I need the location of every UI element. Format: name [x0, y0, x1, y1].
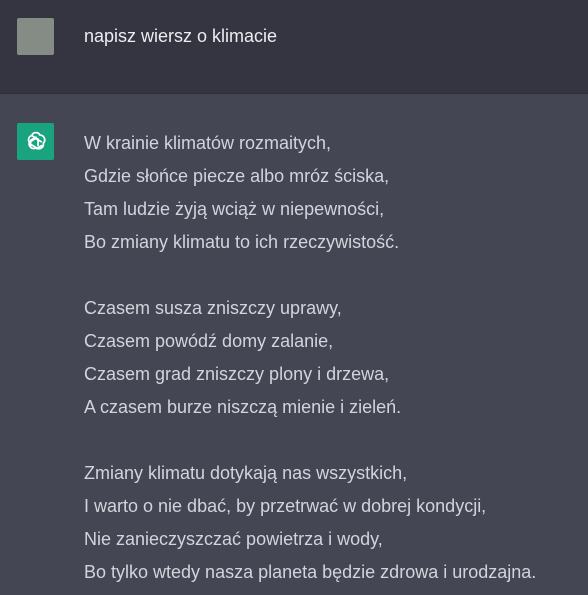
- poem-line: A czasem burze niszczą mienie i zieleń.: [84, 397, 402, 417]
- poem-line: I warto o nie dbać, by przetrwać w dobre…: [84, 496, 487, 516]
- poem-line: Nie zanieczyszczać powietrza i wody,: [84, 529, 383, 549]
- poem-line: Tam ludzie żyją wciąż w niepewności,: [84, 199, 385, 219]
- poem-line: Zmiany klimatu dotykają nas wszystkich,: [84, 463, 408, 483]
- poem-stanza: Zmiany klimatu dotykają nas wszystkich, …: [84, 457, 536, 589]
- user-message-row: napisz wiersz o klimacie: [0, 0, 588, 94]
- poem-line: Czasem powódź domy zalanie,: [84, 331, 334, 351]
- poem-line: Czasem grad zniszczy plony i drzewa,: [84, 364, 390, 384]
- poem-line: Czasem susza zniszczy uprawy,: [84, 298, 342, 318]
- assistant-message-row: W krainie klimatów rozmaitych, Gdzie sło…: [0, 94, 588, 595]
- poem-line: Bo tylko wtedy nasza planeta będzie zdro…: [84, 562, 537, 582]
- poem-line: Gdzie słońce piecze albo mróz ściska,: [84, 166, 390, 186]
- chat-page: napisz wiersz o klimacie W krainie klima…: [0, 0, 588, 595]
- user-message-text: napisz wiersz o klimacie: [84, 26, 278, 46]
- user-avatar: [17, 18, 54, 55]
- poem-line: W krainie klimatów rozmaitych,: [84, 133, 332, 153]
- assistant-avatar: [17, 123, 54, 160]
- poem-stanza: Czasem susza zniszczy uprawy, Czasem pow…: [84, 292, 536, 424]
- openai-logo-icon: [27, 131, 46, 150]
- poem-line: Bo zmiany klimatu to ich rzeczywistość.: [84, 232, 400, 252]
- assistant-message-text: W krainie klimatów rozmaitych, Gdzie sło…: [84, 127, 536, 589]
- poem-stanza: W krainie klimatów rozmaitych, Gdzie sło…: [84, 127, 536, 259]
